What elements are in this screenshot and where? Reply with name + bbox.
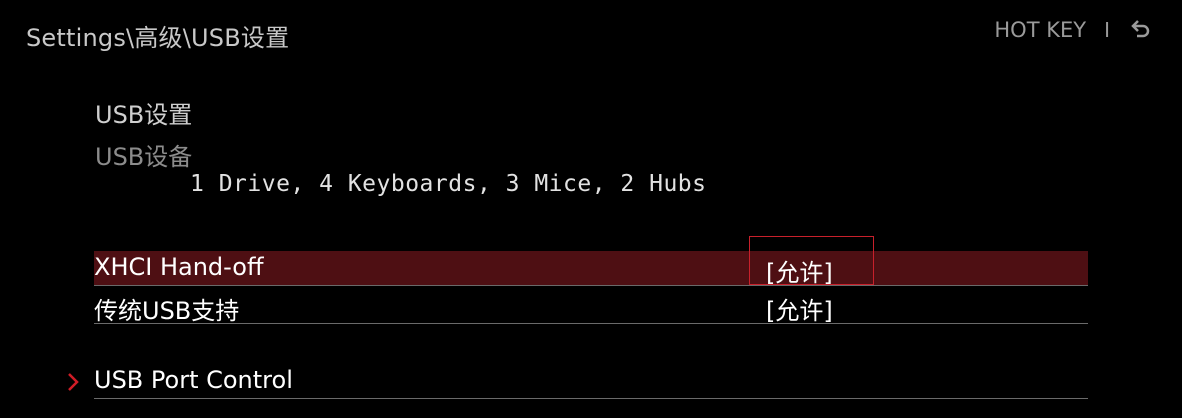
- hotkey-button[interactable]: HOT KEY: [994, 18, 1086, 42]
- submenu-usb-port-control[interactable]: USB Port Control: [94, 364, 1088, 399]
- focus-highlight-box: [749, 236, 874, 285]
- setting-value[interactable]: [允许]: [766, 291, 833, 326]
- usb-devices-label: USB设备: [95, 143, 193, 171]
- hotkey-area: HOT KEY I: [994, 18, 1152, 42]
- back-arrow-icon[interactable]: [1128, 18, 1152, 42]
- setting-row-legacy-usb[interactable]: 传统USB支持 [允许]: [94, 289, 1088, 326]
- submenu-label: USB Port Control: [94, 366, 293, 394]
- setting-row-xhci-handoff[interactable]: XHCI Hand-off [允许]: [94, 251, 1088, 287]
- section-title: USB设置: [95, 101, 193, 129]
- breadcrumb: Settings\高级\USB设置: [26, 24, 290, 52]
- usb-devices-value: 1 Drive, 4 Keyboards, 3 Mice, 2 Hubs: [190, 171, 707, 197]
- chevron-right-icon: [66, 370, 82, 394]
- setting-label: 传统USB支持: [94, 297, 240, 325]
- setting-label: XHCI Hand-off: [94, 253, 264, 281]
- hotkey-separator: I: [1104, 18, 1110, 42]
